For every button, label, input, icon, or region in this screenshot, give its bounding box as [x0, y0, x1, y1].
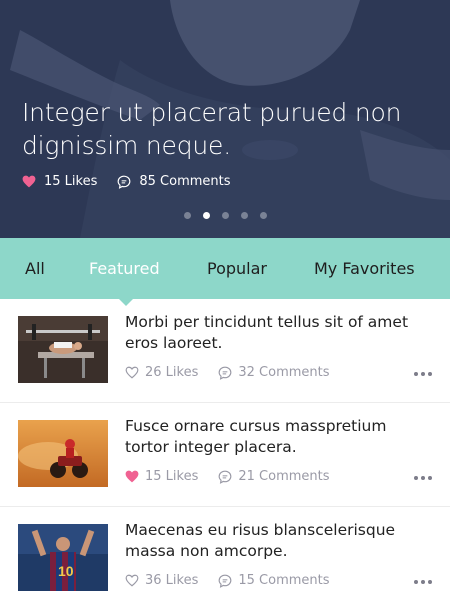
comment-icon — [218, 366, 232, 380]
article-thumbnail[interactable] — [18, 420, 108, 487]
category-tabs: All Featured Popular My Favorites — [0, 238, 450, 299]
heart-icon — [125, 470, 139, 483]
article-thumbnail[interactable]: 10 — [18, 524, 108, 591]
comments-count: 15 Comments — [238, 573, 330, 588]
article-title[interactable]: Fusce ornare cursus masspretium tortor i… — [125, 416, 435, 458]
slide-indicator — [0, 212, 450, 219]
more-options-icon[interactable] — [411, 372, 432, 376]
more-options-icon[interactable] — [411, 476, 432, 480]
svg-text:10: 10 — [58, 563, 74, 579]
hero-banner[interactable]: Integer ut placerat purued non dignissim… — [0, 0, 450, 238]
list-item[interactable]: 10 Maecenas eu risus blanscelerisque mas… — [0, 507, 450, 600]
likes-count: 26 Likes — [145, 365, 199, 380]
comment-icon — [117, 175, 131, 189]
comments-count: 21 Comments — [238, 469, 330, 484]
tab-all[interactable]: All — [25, 259, 45, 278]
article-meta: 15 Likes 21 Comments — [125, 469, 350, 484]
hero-meta: 15 Likes 85 Comments — [22, 174, 251, 189]
list-item[interactable]: Morbi per tincidunt tellus sit of amet e… — [0, 299, 450, 403]
article-list: Morbi per tincidunt tellus sit of amet e… — [0, 299, 450, 600]
slide-dot-5[interactable] — [259, 212, 267, 219]
likes-count: 36 Likes — [145, 573, 199, 588]
more-options-icon[interactable] — [411, 580, 432, 584]
slide-dot-1[interactable] — [183, 212, 191, 219]
list-item[interactable]: Fusce ornare cursus masspretium tortor i… — [0, 403, 450, 507]
heart-icon — [22, 175, 36, 188]
article-likes[interactable]: 36 Likes — [125, 573, 198, 588]
comment-icon — [218, 470, 232, 484]
article-comments[interactable]: 32 Comments — [218, 365, 330, 380]
article-meta: 26 Likes 32 Comments — [125, 365, 350, 380]
heart-outline-icon — [125, 574, 139, 587]
heart-outline-icon — [125, 366, 139, 379]
hero-likes[interactable]: 15 Likes — [22, 174, 97, 189]
gym-photo — [18, 316, 108, 383]
slide-dot-4[interactable] — [240, 212, 248, 219]
hero-likes-count: 15 Likes — [44, 174, 98, 189]
slide-dot-3[interactable] — [221, 212, 229, 219]
tab-my-favorites[interactable]: My Favorites — [314, 259, 415, 278]
article-thumbnail[interactable] — [18, 316, 108, 383]
likes-count: 15 Likes — [145, 469, 199, 484]
article-title[interactable]: Maecenas eu risus blanscelerisque massa … — [125, 520, 435, 562]
tab-popular[interactable]: Popular — [207, 259, 267, 278]
article-comments[interactable]: 15 Comments — [218, 573, 330, 588]
article-comments[interactable]: 21 Comments — [218, 469, 330, 484]
comments-count: 32 Comments — [238, 365, 330, 380]
hero-comments[interactable]: 85 Comments — [117, 174, 231, 189]
article-meta: 36 Likes 15 Comments — [125, 573, 350, 588]
comment-icon — [218, 574, 232, 588]
slide-dot-2[interactable] — [202, 212, 210, 219]
article-likes[interactable]: 26 Likes — [125, 365, 198, 380]
article-likes[interactable]: 15 Likes — [125, 469, 198, 484]
hero-title[interactable]: Integer ut placerat purued non dignissim… — [22, 96, 442, 162]
quad-bike-photo — [18, 420, 108, 487]
tab-featured[interactable]: Featured — [89, 259, 160, 278]
football-player-photo: 10 — [18, 524, 108, 591]
hero-comments-count: 85 Comments — [139, 174, 231, 189]
article-title[interactable]: Morbi per tincidunt tellus sit of amet e… — [125, 312, 435, 354]
